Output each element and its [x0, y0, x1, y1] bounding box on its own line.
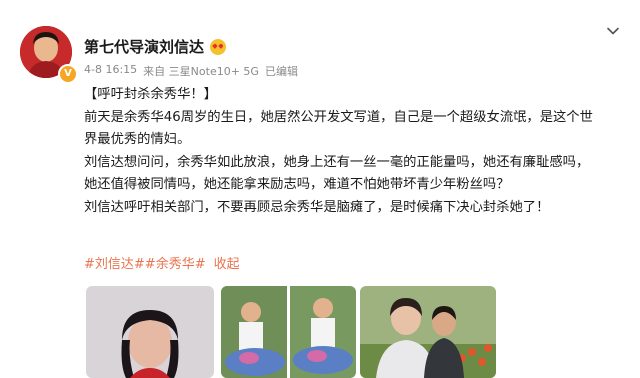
author-name-row: 第七代导演刘信达 [84, 36, 227, 57]
heart-eyes-emoji-icon [210, 38, 227, 55]
hashtag-link[interactable]: #余秀华# [145, 253, 206, 272]
collapse-button[interactable]: 收起 [214, 253, 240, 272]
hashtag-link[interactable]: #刘信达# [84, 253, 145, 272]
post-date[interactable]: 4-8 16:15 [84, 63, 137, 79]
post-line: 她还值得被同情吗，她还能拿来励志吗，难道不怕她带坏青少年粉丝吗？ [84, 177, 510, 192]
photo-thumbnail[interactable] [221, 286, 356, 378]
post-meta: 4-8 16:15 来自 三星Note10+ 5G 已编辑 [84, 63, 298, 79]
edited-label[interactable]: 已编辑 [265, 63, 298, 79]
post-line: 刘信达呼吁相关部门，不要再顾忌余秀华是脑瘫了，是时候痛下决心封杀她了！ [84, 199, 550, 215]
post-line: 界最优秀的情妇。 [84, 132, 191, 147]
post-line: 前天是余秀华46周岁的生日，她居然公开发文写道，自己是一个超级女流氓，是这个世 [84, 109, 593, 125]
author-name[interactable]: 第七代导演刘信达 [84, 36, 204, 57]
post-source: 来自 三星Note10+ 5G [143, 65, 259, 78]
chevron-down-icon[interactable] [606, 24, 620, 38]
post-text: 【呼吁封杀余秀华！】 前天是余秀华46周岁的生日，她居然公开发文写道，自己是一个… [84, 84, 630, 219]
post-line: 【呼吁封杀余秀华！】 [84, 87, 217, 102]
verified-badge: V [58, 64, 78, 84]
photo-thumbnail[interactable] [360, 286, 496, 378]
photo-thumbnail[interactable] [86, 286, 214, 378]
post-line: 刘信达想问问，余秀华如此放浪，她身上还有一丝一毫的正能量吗，她还有廉耻感吗， [84, 154, 590, 170]
post-tags: #刘信达# #余秀华# 收起 [84, 253, 240, 272]
